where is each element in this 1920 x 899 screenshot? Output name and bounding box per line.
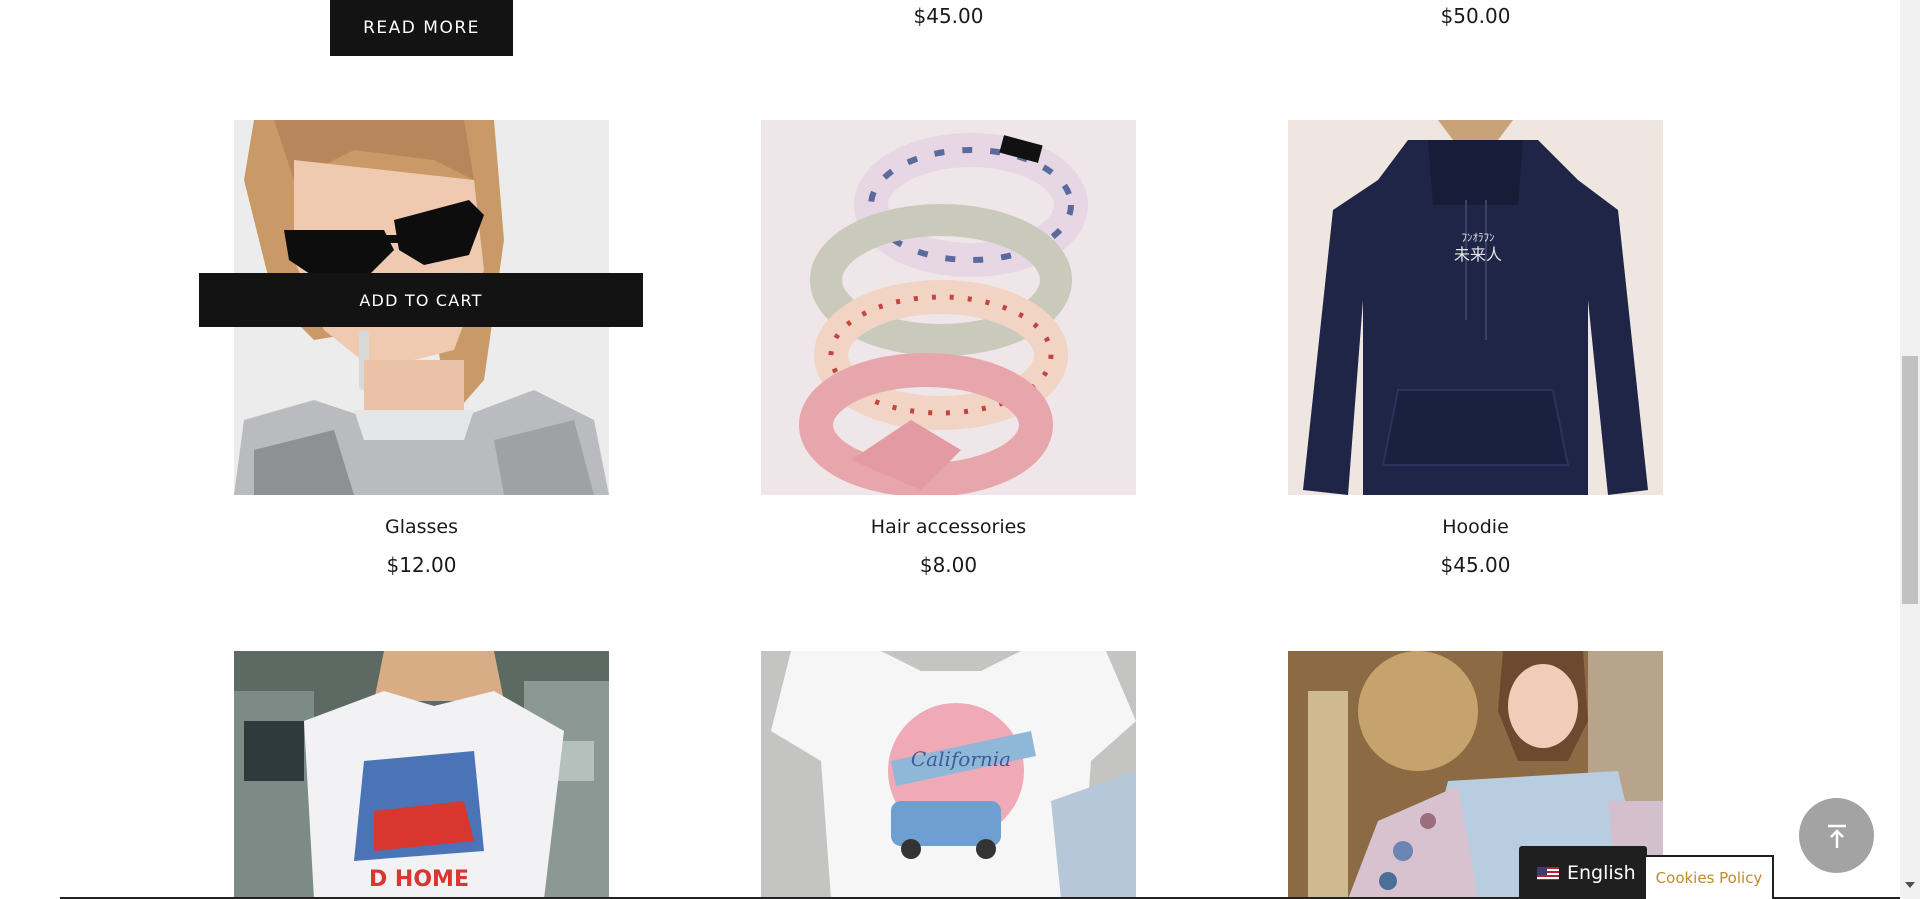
product-image-california-tee[interactable]: California [761, 651, 1136, 899]
product-title[interactable]: Hoodie [1288, 516, 1663, 538]
svg-text:ﾌﾝｵﾗﾌﾝ: ﾌﾝｵﾗﾌﾝ [1462, 231, 1495, 244]
svg-text:未来人: 未来人 [1454, 245, 1502, 264]
scroll-to-top-button[interactable] [1799, 798, 1874, 873]
product-image-hoodie[interactable]: ﾌﾝｵﾗﾌﾝ 未来人 [1288, 120, 1663, 495]
graphic-tee-photo: D HOME [234, 651, 609, 899]
california-tee-photo: California [761, 651, 1136, 899]
product-price: $45.00 [1440, 553, 1511, 577]
svg-text:D HOME: D HOME [369, 867, 469, 892]
product-price: $50.00 [1440, 4, 1511, 28]
product-price: $45.00 [913, 4, 984, 28]
scroll-down-arrow-icon[interactable] [1905, 882, 1915, 888]
headbands-photo [761, 120, 1136, 495]
product-price: $12.00 [386, 553, 457, 577]
product-title[interactable]: Hair accessories [761, 516, 1136, 538]
us-flag-icon [1537, 865, 1559, 880]
hoodie-photo: ﾌﾝｵﾗﾌﾝ 未来人 [1288, 120, 1663, 495]
language-label: English [1567, 861, 1636, 884]
product-title[interactable]: Glasses [234, 516, 609, 538]
product-price: $8.00 [919, 553, 978, 577]
add-to-cart-button[interactable]: ADD TO CART [199, 273, 643, 327]
read-more-button[interactable]: READ MORE [330, 0, 513, 56]
scrollbar-thumb[interactable] [1902, 356, 1918, 604]
product-image-graphic-tee[interactable]: D HOME [234, 651, 609, 899]
arrow-up-icon [1827, 824, 1846, 848]
product-image-hair-accessories[interactable] [761, 120, 1136, 495]
svg-text:California: California [911, 747, 1011, 771]
cookies-policy-link[interactable]: Cookies Policy [1644, 855, 1774, 899]
language-switcher[interactable]: English [1519, 846, 1647, 899]
shop-page: READ MORE $45.00 $50.00 ADD TO CART Glas… [0, 0, 1900, 899]
